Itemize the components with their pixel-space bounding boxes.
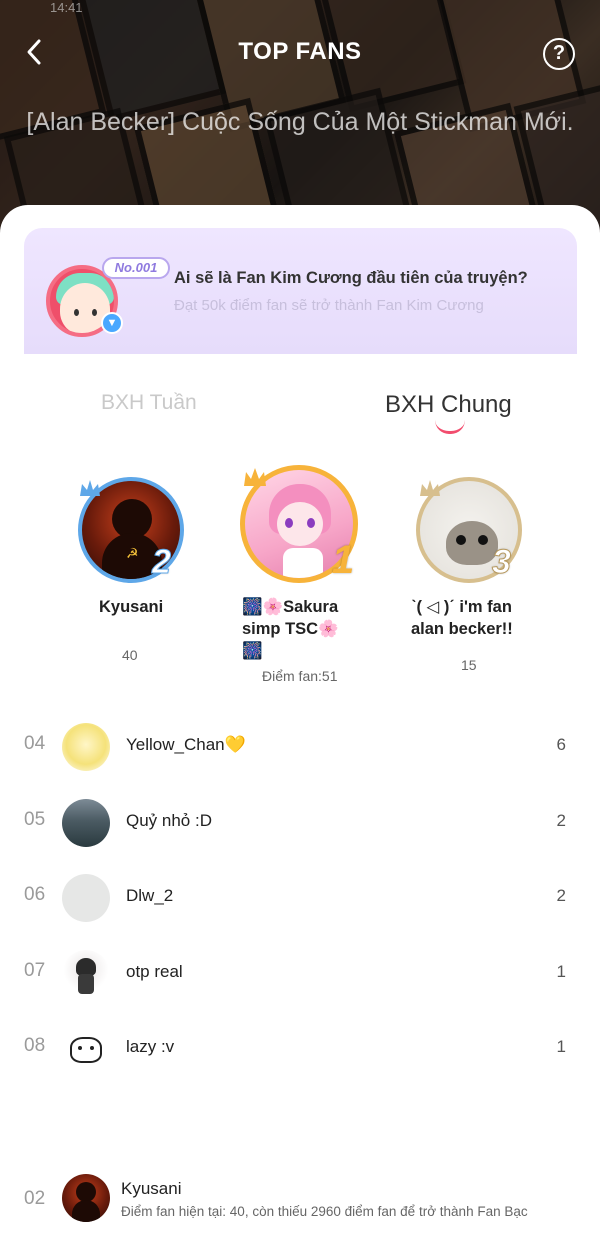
crown-icon (244, 468, 266, 486)
rank-number-3: 3 (492, 543, 512, 582)
my-name: Kyusani (121, 1179, 182, 1198)
fan-list-row[interactable]: 06 Dlw_2 2 (0, 868, 600, 928)
fan-name: Quỷ nhỏ :D (126, 811, 212, 830)
fan-list-row[interactable]: 08 lazy :v 1 (0, 1019, 600, 1079)
fan-name-rank-1[interactable]: 🎆🌸Sakura simp TSC🌸 🎆 (242, 596, 339, 662)
fan-avatar (62, 723, 110, 771)
fan-name-rank-2[interactable]: Kyusani (99, 596, 163, 618)
crown-icon (420, 480, 440, 496)
fan-avatar (62, 1025, 110, 1073)
rank-number-1: 1 (332, 538, 355, 582)
fan-name-rank-3[interactable]: ˋ( ◁ )ˊ i'm fan alan becker!! (411, 596, 513, 640)
rank-number: 06 (24, 884, 46, 905)
question-circle-icon: ? (552, 42, 566, 64)
diamond-icon: ▼ (101, 312, 123, 334)
fan-name: Dlw_2 (126, 886, 174, 905)
story-title: [Alan Becker] Cuộc Sống Của Một Stickman… (26, 108, 574, 136)
my-rank-number: 02 (24, 1188, 46, 1209)
fan-avatar (62, 874, 110, 922)
fan-points: 2 (556, 811, 566, 830)
fan-points: 1 (556, 1037, 566, 1056)
crown-icon (80, 480, 100, 496)
fan-list-row[interactable]: 05 Quỷ nhỏ :D 2 (0, 793, 600, 853)
fan-score-rank-2: 40 (122, 647, 138, 663)
fan-list-row[interactable]: 07 otp real 1 (0, 944, 600, 1004)
rank-number: 04 (24, 733, 46, 754)
fan-name: lazy :v (126, 1037, 175, 1056)
rank-number-2: 2 (152, 543, 172, 582)
my-rank-row[interactable]: 02 Kyusani Điểm fan hiện tại: 40, còn th… (0, 1168, 600, 1232)
fan-score-rank-1: Điểm fan:51 (262, 668, 338, 684)
tab-weekly-ranking[interactable]: BXH Tuần (101, 391, 197, 415)
status-bar-time: 14:41 (50, 0, 83, 15)
fan-points: 2 (556, 886, 566, 905)
fan-points: 1 (556, 962, 566, 981)
tab-general-ranking[interactable]: BXH Chung (385, 391, 512, 419)
page-title: TOP FANS (238, 38, 362, 65)
fan-name: Yellow_Chan💛 (126, 735, 246, 754)
fan-avatar (62, 799, 110, 847)
my-avatar (62, 1174, 110, 1222)
fan-points: 6 (556, 735, 566, 754)
my-progress-text: Điểm fan hiện tại: 40, còn thiếu 2960 đi… (121, 1204, 528, 1219)
banner-heading: Ai sẽ là Fan Kim Cương đầu tiên của truy… (174, 269, 528, 287)
help-button[interactable]: ? (543, 38, 575, 70)
rank-number: 05 (24, 809, 46, 830)
rank-badge: No.001 (102, 257, 170, 279)
fan-list-row[interactable]: 04 Yellow_Chan💛 6 (0, 717, 600, 777)
rank-number: 07 (24, 960, 46, 981)
fan-avatar (62, 950, 110, 998)
rank-number: 08 (24, 1035, 46, 1056)
fan-name: otp real (126, 962, 183, 981)
fan-score-rank-3: 15 (461, 657, 477, 673)
banner-subtext: Đạt 50k điểm fan sẽ trở thành Fan Kim Cư… (174, 297, 484, 314)
